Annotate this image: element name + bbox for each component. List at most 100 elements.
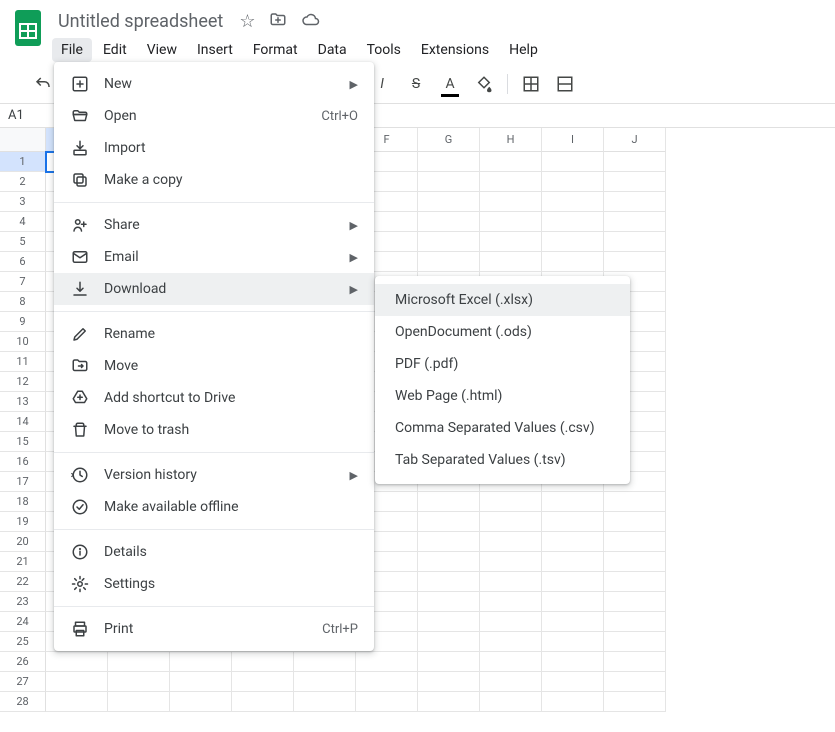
cell[interactable]: [542, 152, 604, 172]
cell[interactable]: [418, 492, 480, 512]
menu-edit[interactable]: Edit: [94, 38, 136, 62]
cell[interactable]: [604, 152, 666, 172]
menu-item-details[interactable]: Details: [54, 536, 374, 568]
cell[interactable]: [604, 552, 666, 572]
download-option[interactable]: Tab Separated Values (.tsv): [375, 444, 630, 476]
cell[interactable]: [542, 492, 604, 512]
cell[interactable]: [294, 672, 356, 692]
cell[interactable]: [480, 172, 542, 192]
row-header[interactable]: 15: [0, 432, 46, 452]
column-header[interactable]: J: [604, 128, 666, 152]
menu-data[interactable]: Data: [309, 38, 356, 62]
cell[interactable]: [294, 692, 356, 712]
menu-insert[interactable]: Insert: [188, 38, 242, 62]
cell[interactable]: [418, 572, 480, 592]
cell[interactable]: [418, 632, 480, 652]
cell[interactable]: [418, 192, 480, 212]
row-header[interactable]: 14: [0, 412, 46, 432]
cell[interactable]: [418, 152, 480, 172]
row-header[interactable]: 10: [0, 332, 46, 352]
download-option[interactable]: PDF (.pdf): [375, 348, 630, 380]
cell[interactable]: [170, 652, 232, 672]
row-header[interactable]: 9: [0, 312, 46, 332]
row-header[interactable]: 17: [0, 472, 46, 492]
menu-item-email[interactable]: Email▶: [54, 241, 374, 273]
cell[interactable]: [418, 172, 480, 192]
cell[interactable]: [604, 192, 666, 212]
menu-format[interactable]: Format: [244, 38, 307, 62]
download-option[interactable]: Comma Separated Values (.csv): [375, 412, 630, 444]
row-header[interactable]: 20: [0, 532, 46, 552]
row-header[interactable]: 26: [0, 652, 46, 672]
row-header[interactable]: 23: [0, 592, 46, 612]
menu-extensions[interactable]: Extensions: [412, 38, 498, 62]
column-header[interactable]: G: [418, 128, 480, 152]
cell[interactable]: [604, 592, 666, 612]
cell[interactable]: [542, 672, 604, 692]
cell[interactable]: [604, 512, 666, 532]
menu-item-print[interactable]: PrintCtrl+P: [54, 613, 374, 645]
cell[interactable]: [356, 652, 418, 672]
row-header[interactable]: 22: [0, 572, 46, 592]
row-header[interactable]: 19: [0, 512, 46, 532]
cell[interactable]: [108, 692, 170, 712]
cell[interactable]: [480, 532, 542, 552]
cell[interactable]: [46, 652, 108, 672]
sheets-logo[interactable]: [8, 8, 48, 48]
cell[interactable]: [542, 172, 604, 192]
name-box[interactable]: A1: [8, 108, 48, 123]
row-header[interactable]: 12: [0, 372, 46, 392]
menu-help[interactable]: Help: [500, 38, 547, 62]
cell[interactable]: [542, 632, 604, 652]
download-option[interactable]: Microsoft Excel (.xlsx): [375, 284, 630, 316]
column-header[interactable]: I: [542, 128, 604, 152]
download-option[interactable]: Web Page (.html): [375, 380, 630, 412]
cell[interactable]: [604, 532, 666, 552]
cell[interactable]: [418, 672, 480, 692]
cell[interactable]: [480, 512, 542, 532]
cell[interactable]: [542, 592, 604, 612]
cell[interactable]: [418, 612, 480, 632]
menu-item-open[interactable]: OpenCtrl+O: [54, 100, 374, 132]
cell[interactable]: [480, 672, 542, 692]
cell[interactable]: [542, 572, 604, 592]
row-header[interactable]: 6: [0, 252, 46, 272]
column-header[interactable]: H: [480, 128, 542, 152]
cell[interactable]: [604, 572, 666, 592]
row-header[interactable]: 2: [0, 172, 46, 192]
cell[interactable]: [418, 232, 480, 252]
download-option[interactable]: OpenDocument (.ods): [375, 316, 630, 348]
row-header[interactable]: 24: [0, 612, 46, 632]
row-header[interactable]: 28: [0, 692, 46, 712]
row-header[interactable]: 3: [0, 192, 46, 212]
cell[interactable]: [480, 252, 542, 272]
cell[interactable]: [294, 652, 356, 672]
cell[interactable]: [170, 692, 232, 712]
menu-item-make-available-offline[interactable]: Make available offline: [54, 491, 374, 523]
cell[interactable]: [480, 232, 542, 252]
cell[interactable]: [480, 492, 542, 512]
cell[interactable]: [480, 612, 542, 632]
menu-item-rename[interactable]: Rename: [54, 318, 374, 350]
cell[interactable]: [604, 692, 666, 712]
cell[interactable]: [604, 172, 666, 192]
move-icon[interactable]: [269, 11, 287, 32]
row-header[interactable]: 27: [0, 672, 46, 692]
cell[interactable]: [418, 592, 480, 612]
menu-item-import[interactable]: Import: [54, 132, 374, 164]
cell[interactable]: [542, 552, 604, 572]
cell[interactable]: [480, 152, 542, 172]
menu-item-settings[interactable]: Settings: [54, 568, 374, 600]
cell[interactable]: [604, 652, 666, 672]
cloud-icon[interactable]: [301, 11, 321, 32]
cell[interactable]: [480, 632, 542, 652]
merge-button[interactable]: [550, 69, 580, 99]
cell[interactable]: [542, 512, 604, 532]
cell[interactable]: [604, 252, 666, 272]
cell[interactable]: [46, 692, 108, 712]
cell[interactable]: [418, 512, 480, 532]
star-icon[interactable]: ☆: [239, 11, 255, 32]
menu-item-move[interactable]: Move: [54, 350, 374, 382]
cell[interactable]: [604, 232, 666, 252]
cell[interactable]: [542, 212, 604, 232]
